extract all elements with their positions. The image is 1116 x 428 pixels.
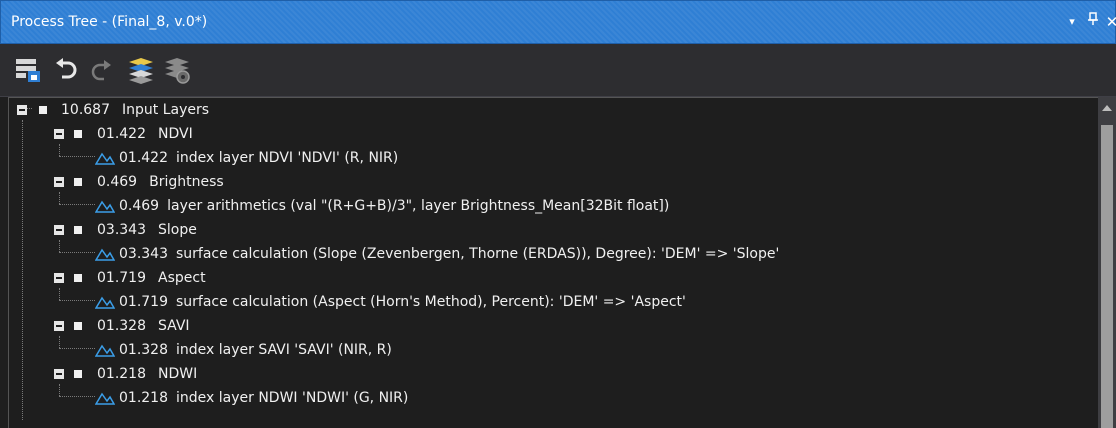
tree-node-group[interactable]: 01.218 NDWI xyxy=(9,362,1099,386)
collapse-icon[interactable] xyxy=(54,273,64,283)
process-time: 0.469 xyxy=(119,198,160,214)
algorithm-icon xyxy=(95,392,115,405)
layers-icon xyxy=(129,58,153,84)
process-name: NDVI xyxy=(158,126,193,142)
tree-node-algorithm[interactable]: 0.469 layer arithmetics (val "(R+G+B)/3",… xyxy=(9,194,1099,218)
algorithm-description: index layer SAVI 'SAVI' (NIR, R) xyxy=(176,342,392,358)
algorithm-icon xyxy=(95,248,115,261)
process-time: 01.719 xyxy=(119,294,168,310)
scrollbar-thumb[interactable] xyxy=(1101,125,1113,428)
process-name: Slope xyxy=(158,222,197,238)
tree-node-algorithm[interactable]: 01.328 index layer SAVI 'SAVI' (NIR, R) xyxy=(9,338,1099,362)
tree-node-group[interactable]: 0.469 Brightness xyxy=(9,170,1099,194)
tree-node-label: 01.218 index layer NDWI 'NDWI' (G, NIR) xyxy=(119,386,408,410)
process-bullet-icon xyxy=(74,322,82,330)
collapse-icon[interactable] xyxy=(54,369,64,379)
panel-title: Process Tree - (Final_8, v.0*) xyxy=(11,14,208,30)
collapse-icon[interactable] xyxy=(17,105,27,115)
algorithm-description: surface calculation (Aspect (Horn's Meth… xyxy=(176,294,686,310)
redo-button[interactable] xyxy=(86,54,118,86)
algorithm-icon xyxy=(95,152,115,165)
process-name: NDWI xyxy=(158,366,198,382)
toolbar xyxy=(0,44,1116,97)
algorithm-description: index layer NDWI 'NDWI' (G, NIR) xyxy=(176,390,409,406)
collapse-icon[interactable] xyxy=(54,225,64,235)
collapse-icon[interactable] xyxy=(54,129,64,139)
process-bullet-icon xyxy=(39,106,47,114)
algorithm-description: surface calculation (Slope (Zevenbergen,… xyxy=(176,246,780,262)
algorithm-description: layer arithmetics (val "(R+G+B)/3", laye… xyxy=(167,198,670,214)
process-bullet-icon xyxy=(74,370,82,378)
tree-node-label: 10.687 Input Layers xyxy=(61,98,209,122)
process-time: 01.328 xyxy=(97,318,146,334)
pin-icon-glyph xyxy=(1088,12,1098,25)
process-tree-panel: Process Tree - (Final_8, v.0*) ▾ ✕ 10.68… xyxy=(0,0,1116,428)
process-time: 03.343 xyxy=(119,246,168,262)
algorithm-icon xyxy=(95,344,115,357)
undo-button[interactable] xyxy=(50,54,82,86)
layers-settings-button[interactable] xyxy=(161,54,193,86)
tree-node-algorithm[interactable]: 01.218 index layer NDWI 'NDWI' (G, NIR) xyxy=(9,386,1099,410)
tree-node-label: 01.422 index layer NDVI 'NDVI' (R, NIR) xyxy=(119,146,398,170)
rule-set-icon xyxy=(16,59,40,82)
scroll-up-icon[interactable] xyxy=(1102,105,1112,111)
process-time: 01.422 xyxy=(119,150,168,166)
process-bullet-icon xyxy=(74,130,82,138)
tree-node-algorithm[interactable]: 03.343 surface calculation (Slope (Zevenb… xyxy=(9,242,1099,266)
process-time: 01.218 xyxy=(119,390,168,406)
window-position-dropdown-icon[interactable]: ▾ xyxy=(1063,11,1081,33)
process-time: 0.469 xyxy=(97,174,138,190)
process-name: SAVI xyxy=(158,318,190,334)
tree-node-input-layers[interactable]: 10.687 Input Layers xyxy=(9,98,1099,122)
rule-set-button[interactable] xyxy=(12,54,44,86)
tree-node-group[interactable]: 03.343 Slope xyxy=(9,218,1099,242)
tree-node-group[interactable]: 01.422 NDVI xyxy=(9,122,1099,146)
tree-node-label: 01.218 NDWI xyxy=(97,362,197,386)
process-name: Input Layers xyxy=(122,102,210,118)
tree-node-algorithm[interactable]: 01.719 surface calculation (Aspect (Horn'… xyxy=(9,290,1099,314)
pin-icon[interactable] xyxy=(1084,11,1102,33)
undo-icon xyxy=(56,58,77,79)
algorithm-description: index layer NDVI 'NDVI' (R, NIR) xyxy=(176,150,399,166)
algorithm-icon xyxy=(95,296,115,309)
tree-node-label: 03.343 Slope xyxy=(97,218,197,242)
process-name: Aspect xyxy=(158,270,206,286)
process-bullet-icon xyxy=(74,226,82,234)
tree-node-label: 01.719 surface calculation (Aspect (Horn'… xyxy=(119,290,686,314)
process-tree[interactable]: 10.687 Input Layers 01.422 NDVI 01.422 inde… xyxy=(8,97,1116,428)
tree-node-label: 0.469 layer arithmetics (val "(R+G+B)/3",… xyxy=(119,194,669,218)
layers-settings-icon xyxy=(165,58,190,84)
process-time: 01.719 xyxy=(97,270,146,286)
tree-node-group[interactable]: 01.328 SAVI xyxy=(9,314,1099,338)
tree-node-label: 0.469 Brightness xyxy=(97,170,224,194)
tree-node-label: 01.328 index layer SAVI 'SAVI' (NIR, R) xyxy=(119,338,392,362)
process-name: Brightness xyxy=(149,174,224,190)
process-bullet-icon xyxy=(74,274,82,282)
process-time: 10.687 xyxy=(61,102,110,118)
algorithm-icon xyxy=(95,200,115,213)
vertical-scrollbar[interactable] xyxy=(1098,97,1116,428)
tree-node-group[interactable]: 01.719 Aspect xyxy=(9,266,1099,290)
process-time: 01.218 xyxy=(97,366,146,382)
process-time: 01.328 xyxy=(119,342,168,358)
collapse-icon[interactable] xyxy=(54,177,64,187)
panel-title-bar[interactable]: Process Tree - (Final_8, v.0*) ▾ ✕ xyxy=(0,0,1116,44)
tree-node-algorithm[interactable]: 01.422 index layer NDVI 'NDVI' (R, NIR) xyxy=(9,146,1099,170)
collapse-icon[interactable] xyxy=(54,321,64,331)
tree-node-label: 03.343 surface calculation (Slope (Zevenb… xyxy=(119,242,779,266)
tree-node-label: 01.328 SAVI xyxy=(97,314,190,338)
tree-node-label: 01.719 Aspect xyxy=(97,266,206,290)
redo-icon xyxy=(91,60,111,81)
tree-node-label: 01.422 NDVI xyxy=(97,122,193,146)
process-time: 03.343 xyxy=(97,222,146,238)
process-bullet-icon xyxy=(74,178,82,186)
layers-button[interactable] xyxy=(125,54,157,86)
process-time: 01.422 xyxy=(97,126,146,142)
close-icon[interactable]: ✕ xyxy=(1103,11,1116,33)
